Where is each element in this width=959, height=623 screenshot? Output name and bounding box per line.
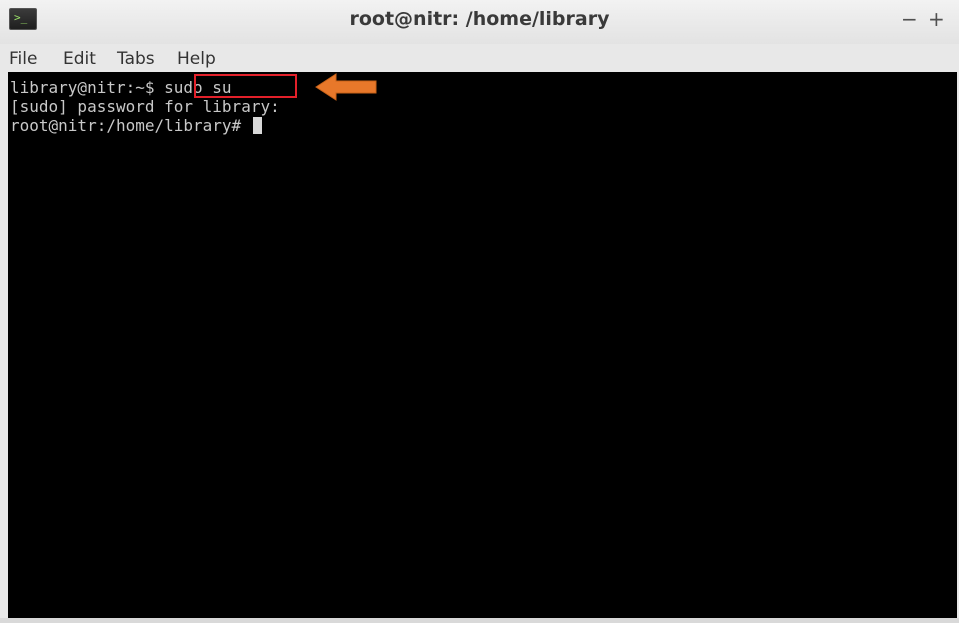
terminal-line: [sudo] password for library: [10,97,280,116]
menu-edit[interactable]: Edit [63,48,96,70]
menu-help[interactable]: Help [177,48,216,70]
menu-file[interactable]: File [9,48,37,70]
minimize-button[interactable]: − [901,6,918,32]
output-text: [sudo] password for library: [10,97,280,116]
arrow-left-icon [315,73,377,101]
terminal-window: >_ root@nitr: /home/library − + File Edi… [0,0,959,623]
window-title: root@nitr: /home/library [349,8,610,30]
prompt: library@nitr:~$ [10,78,165,97]
terminal-line: root@nitr:/home/library# [10,116,262,135]
text-cursor [252,117,262,134]
menu-tabs[interactable]: Tabs [117,48,155,70]
title-bar[interactable]: >_ root@nitr: /home/library − + [0,0,959,44]
maximize-button[interactable]: + [928,6,945,32]
prompt: root@nitr:/home/library# [10,116,251,135]
highlight-box [194,74,297,98]
window-bottom-edge [0,618,959,623]
menu-bar: File Edit Tabs Help [0,44,959,72]
terminal-output[interactable]: library@nitr:~$ sudo su [sudo] password … [8,72,957,618]
